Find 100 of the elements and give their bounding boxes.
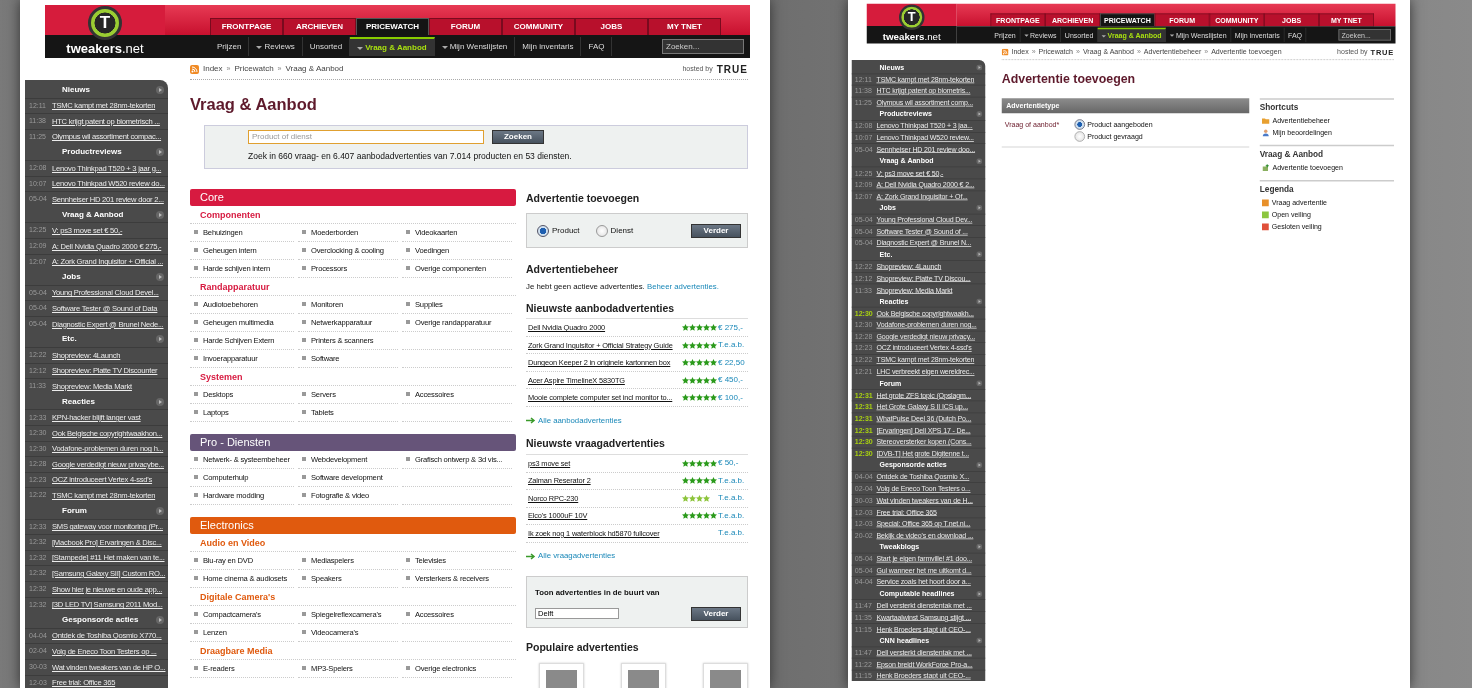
arrow-icon[interactable] [976, 590, 983, 597]
continue-button[interactable]: Verder [691, 606, 741, 621]
arrow-icon[interactable] [156, 335, 164, 344]
category-header: Pro - Diensten [190, 433, 516, 451]
continue-button[interactable]: Verder [691, 223, 741, 238]
arrow-icon[interactable] [156, 210, 164, 219]
radio-button[interactable] [1074, 131, 1085, 142]
radio-button[interactable] [1074, 119, 1085, 130]
search-button[interactable]: Zoeken [492, 129, 544, 144]
section-title: Nieuwste aanbodadvertenties [526, 298, 748, 320]
nav-tab[interactable]: PRICEWATCH [356, 18, 429, 35]
arrow-icon[interactable] [976, 637, 983, 644]
breadcrumb-link[interactable]: Pricewatch [234, 63, 274, 75]
sidebar-heading: Reacties [62, 395, 95, 408]
sponsor-logo[interactable]: TRUE [716, 61, 748, 77]
sidebar-heading: Nieuws [62, 83, 90, 96]
section-title: Advertentie toevoegen [526, 190, 641, 206]
page-title: Advertentie toevoegen [1001, 70, 1137, 88]
search-field[interactable]: Product of dienst [248, 129, 484, 144]
arrow-icon[interactable] [976, 157, 983, 164]
group-title: Systemen [190, 367, 516, 386]
rss-icon[interactable] [190, 64, 199, 74]
subnav-link[interactable]: FAQ [581, 37, 613, 56]
caret-icon [1101, 33, 1107, 38]
rss-icon[interactable] [1001, 48, 1009, 56]
listing-price: € 275,- [718, 321, 744, 334]
group-title: Audio en Video [190, 533, 516, 552]
caret-icon [1169, 32, 1175, 38]
group-title: Draagbare Media [190, 641, 516, 660]
listing-price: T.e.a.b. [718, 492, 746, 505]
arrow-icon[interactable] [156, 272, 164, 281]
sidebar-heading: Etc. [62, 333, 77, 346]
arrow-icon[interactable] [976, 543, 983, 550]
logo-text: tweakers.net [882, 30, 941, 42]
aside-heading: Shortcuts [1259, 98, 1394, 115]
listing-price: T.e.a.b. [718, 509, 746, 522]
subnav-link[interactable]: Reviews [249, 37, 303, 56]
subnav-link[interactable]: Mijn inventaris [515, 37, 582, 56]
listing-price: T.e.a.b. [718, 527, 746, 540]
arrow-icon[interactable] [976, 251, 983, 258]
subnav-link[interactable]: Prijzen [210, 37, 250, 56]
arrow-icon[interactable] [156, 506, 164, 515]
arrow-icon[interactable] [156, 148, 164, 157]
person-icon[interactable] [1262, 129, 1270, 137]
breadcrumb-link[interactable]: Index [203, 63, 223, 75]
page-title: Vraag & Aanbod [190, 94, 318, 115]
nav-tab[interactable]: JOBS [575, 18, 648, 35]
radio-label[interactable]: Product [552, 224, 580, 237]
arrow-icon[interactable] [976, 380, 983, 387]
breadcrumb-link[interactable]: Vraag & Aanbod [285, 63, 344, 75]
subnav-link[interactable]: Mijn Wenslijsten [434, 37, 516, 56]
listing-price: € 450,- [718, 374, 744, 387]
caret-icon [1024, 32, 1029, 38]
subnav-link[interactable]: Vraag & Aanbod [350, 37, 435, 56]
logo-header[interactable]: T tweakers.net [866, 3, 957, 44]
caret-icon [357, 44, 364, 51]
listing-price: T.e.a.b. [718, 474, 746, 487]
group-title: Digitale Camera's [190, 587, 516, 606]
group-title: Randapparatuur [190, 277, 516, 296]
radio-button[interactable] [595, 224, 608, 237]
folder-icon[interactable] [1262, 117, 1270, 125]
caret-icon [256, 43, 263, 50]
radio-button[interactable] [537, 224, 549, 237]
group-title: Componenten [190, 205, 516, 224]
logo-header[interactable]: T tweakers.net [45, 5, 165, 58]
sidebar-heading: Forum [62, 504, 87, 517]
category-header: Electronics [190, 516, 516, 534]
nav-tab[interactable]: COMMUNITY [502, 18, 575, 35]
logo-badge: T [899, 4, 925, 30]
radio-label[interactable]: Dienst [610, 224, 634, 237]
sidebar-heading: Gesponsorde acties [62, 614, 139, 626]
sidebar-heading: Vraag & Aanbod [62, 208, 124, 221]
logo-text: tweakers.net [66, 41, 144, 56]
logo-badge: T [88, 6, 122, 40]
caret-icon [441, 43, 448, 50]
arrow-icon[interactable] [156, 85, 164, 94]
arrow-icon[interactable] [976, 111, 983, 118]
nav-tab[interactable]: MY TNET [648, 18, 721, 35]
arrow-icon[interactable] [156, 397, 164, 406]
arrow-icon [526, 552, 536, 560]
arrow-icon[interactable] [976, 64, 983, 71]
nav-tab[interactable]: FORUM [429, 18, 502, 35]
search-summary: Zoek in 660 vraag- en 6.407 aanbodadvertenties van 7.014 producten en 53 diensten. [248, 149, 573, 163]
listing-price: € 100,- [718, 391, 744, 404]
listing-price: € 22,50 [718, 356, 746, 369]
sidebar-heading: Jobs [62, 270, 81, 283]
aside-heading: Vraag & Aanbod [1259, 144, 1394, 162]
listing-price: € 50,- [718, 457, 740, 470]
arrow-icon[interactable] [976, 204, 983, 211]
nav-tab[interactable]: FRONTPAGE [210, 18, 283, 35]
sidebar-heading: Productreviews [62, 146, 122, 159]
section-title: Nieuwste vraagadvertenties [526, 434, 748, 456]
arrow-icon[interactable] [156, 616, 164, 624]
add-icon[interactable] [1262, 164, 1270, 172]
section-title: Populaire advertenties [526, 639, 640, 655]
arrow-icon[interactable] [976, 298, 983, 305]
search-field[interactable]: Zoeken... [662, 39, 744, 54]
nav-tab[interactable]: ARCHIEVEN [283, 18, 356, 35]
arrow-icon[interactable] [976, 462, 983, 468]
category-header: Core [190, 188, 516, 206]
